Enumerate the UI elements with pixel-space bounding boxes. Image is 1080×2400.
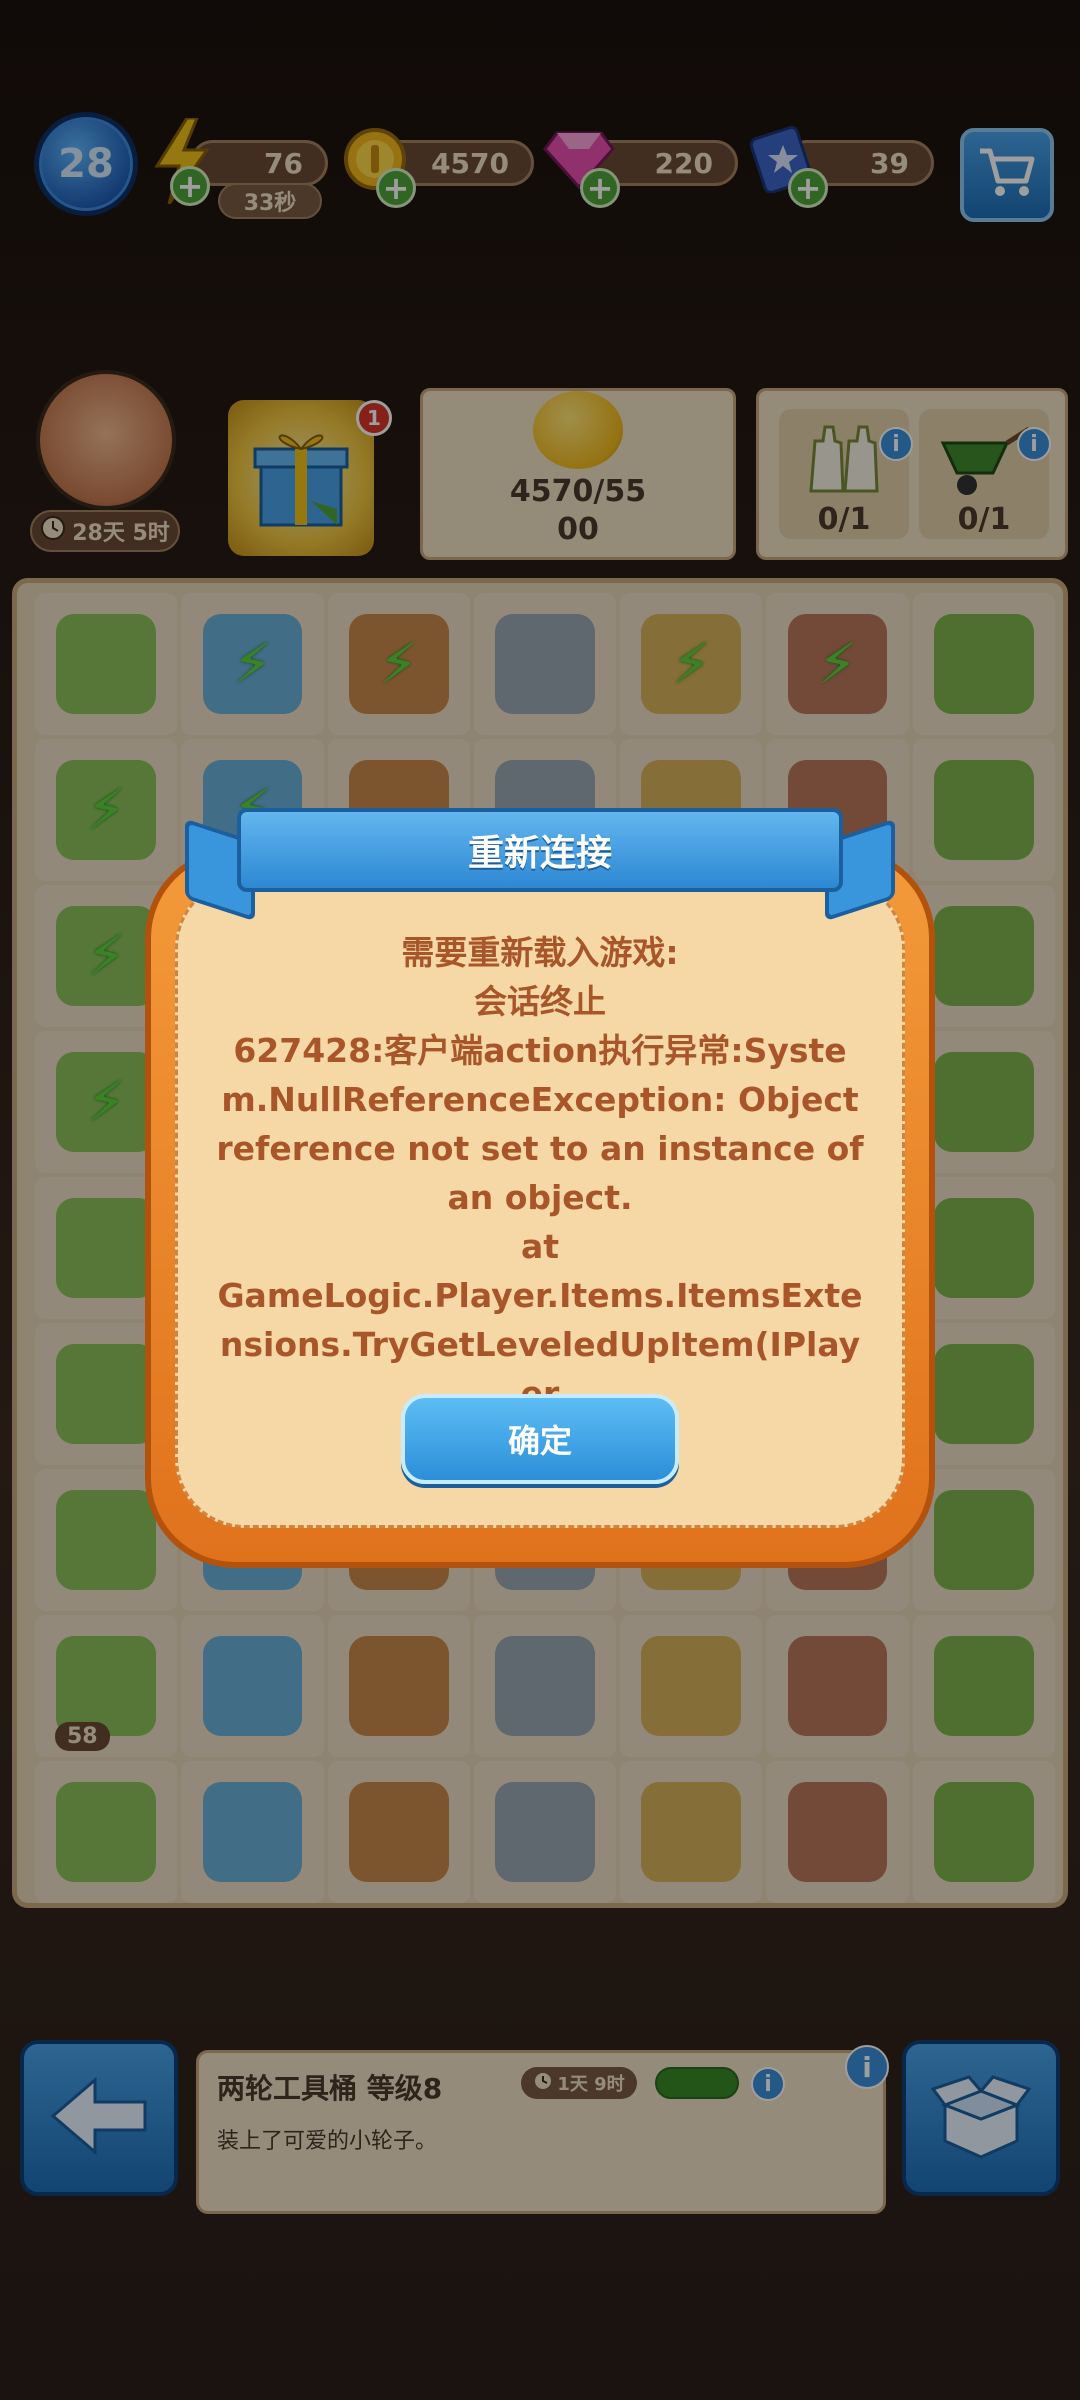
reconnect-dialog: 重新连接 需要重新载入游戏: 会话终止 627428:客户端action执行异常… bbox=[145, 808, 935, 1568]
dialog-title: 重新连接 bbox=[467, 833, 612, 874]
message-line-reload: 需要重新载入游戏: bbox=[401, 933, 679, 972]
confirm-button[interactable]: 确定 bbox=[401, 1394, 679, 1484]
dialog-message: 需要重新载入游戏: 会话终止 627428:客户端action执行异常:Syst… bbox=[215, 928, 865, 1418]
message-line-error: 627428:客户端action执行异常:System.NullReferenc… bbox=[216, 1031, 864, 1217]
message-line-session: 会话终止 bbox=[474, 982, 606, 1021]
message-line-at: at bbox=[520, 1227, 560, 1266]
dialog-title-ribbon: 重新连接 bbox=[237, 808, 843, 892]
